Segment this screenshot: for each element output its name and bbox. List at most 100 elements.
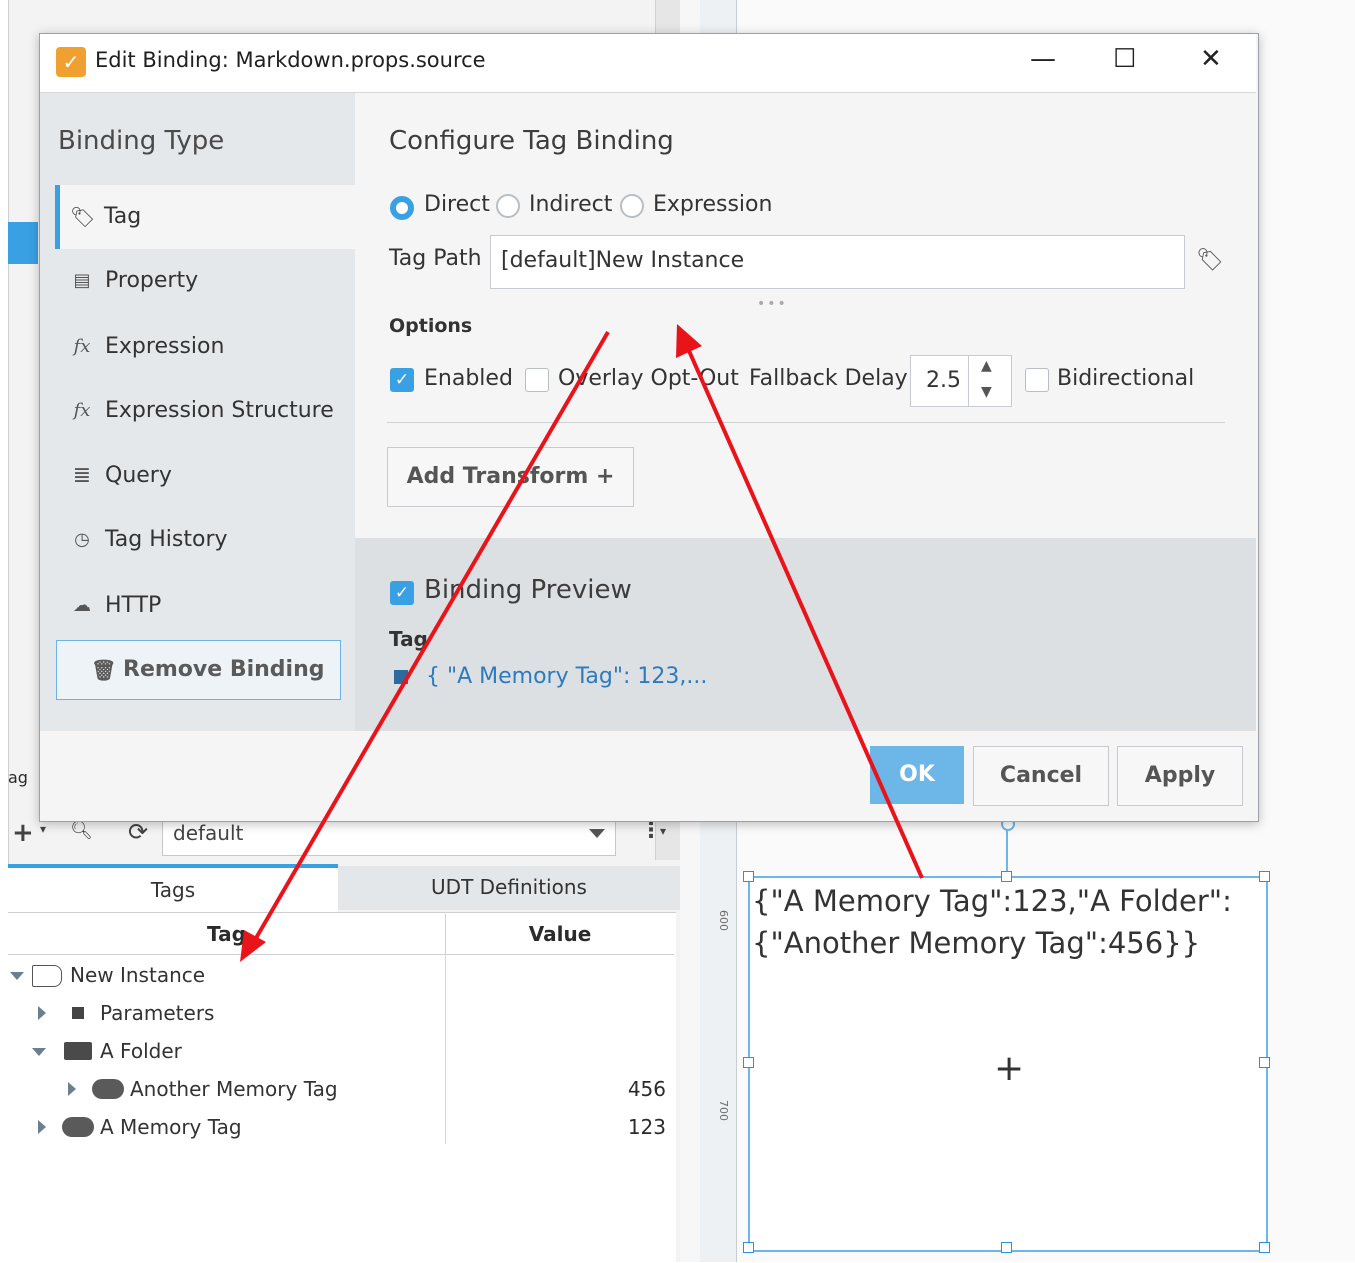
sidebar-item-http[interactable]: ☁ HTTP <box>55 575 355 637</box>
ruler-label-600: 600 <box>717 910 730 931</box>
sidebar-item-property[interactable]: ▤ Property <box>55 250 355 312</box>
enabled-checkbox[interactable]: ✓ <box>390 368 414 392</box>
sidebar-title: Binding Type <box>58 126 225 156</box>
resize-handle[interactable] <box>1259 871 1270 882</box>
table-row[interactable]: A Folder <box>8 1032 445 1070</box>
database-icon: ≣ <box>72 463 92 488</box>
column-header-tag[interactable]: Tag <box>8 914 446 955</box>
tag-browser-tab-label: ag <box>8 768 28 787</box>
column-divider <box>445 954 446 1144</box>
close-button[interactable]: ✕ <box>1200 44 1222 74</box>
bidirectional-checkbox[interactable] <box>1025 368 1049 392</box>
enabled-label: Enabled <box>424 366 513 391</box>
spinner-up-icon[interactable]: ▲ <box>981 358 992 374</box>
radio-direct[interactable] <box>390 196 414 220</box>
tag-name: Another Memory Tag <box>130 1077 338 1101</box>
fx-icon: fx <box>73 400 91 421</box>
tag-browse-icon[interactable]: 🏷︎ <box>1196 248 1224 273</box>
resize-handle[interactable] <box>743 871 754 882</box>
resize-grip-icon[interactable]: ••• <box>757 296 788 312</box>
expand-icon[interactable] <box>10 972 24 980</box>
sidebar-item-expression-structure[interactable]: fx Expression Structure <box>55 380 355 442</box>
tag-icon: 🏷︎ <box>70 205 96 229</box>
spinner-down-icon[interactable]: ▼ <box>981 384 992 400</box>
preview-value[interactable]: { "A Memory Tag": 123,... <box>426 664 707 689</box>
tag-name: New Instance <box>70 963 206 987</box>
tag-provider-value: default <box>173 821 244 845</box>
apply-button[interactable]: Apply <box>1117 746 1243 806</box>
radio-indirect[interactable] <box>496 194 520 218</box>
markdown-component-text: {"A Memory Tag":123,"A Folder": {"Anothe… <box>752 880 1252 964</box>
options-divider <box>387 422 1225 423</box>
table-row[interactable]: New Instance <box>8 956 445 994</box>
project-tree-selection[interactable] <box>8 222 38 264</box>
bidirectional-label: Bidirectional <box>1057 366 1195 391</box>
resize-handle[interactable] <box>1259 1057 1270 1068</box>
radio-expression[interactable] <box>620 194 644 218</box>
sidebar-item-label: Tag <box>104 204 142 229</box>
ok-button[interactable]: OK <box>870 746 964 804</box>
tag-path-field[interactable] <box>490 235 1185 289</box>
project-tree-fragment <box>10 0 40 20</box>
sidebar-item-tag[interactable]: 🏷︎ Tag <box>55 185 360 249</box>
add-dropdown-icon[interactable]: ▾ <box>40 822 46 836</box>
sidebar-item-label: Expression Structure <box>105 398 334 423</box>
minimize-button[interactable]: — <box>1030 44 1056 74</box>
udt-instance-icon <box>32 965 62 987</box>
expand-icon[interactable] <box>68 1082 76 1096</box>
more-dropdown-icon[interactable]: ▾ <box>660 824 666 838</box>
preview-tag-label: Tag <box>389 627 428 651</box>
overlay-opt-out-label: Overlay Opt-Out <box>558 366 739 391</box>
table-row[interactable]: Parameters <box>8 994 445 1032</box>
property-icon: ▤ <box>73 270 91 291</box>
sidebar-item-tag-history[interactable]: ◷ Tag History <box>55 509 355 571</box>
spinner-buttons: ▲ ▼ <box>968 356 1011 406</box>
table-row[interactable]: Another Memory Tag <box>8 1070 445 1108</box>
add-icon[interactable]: + <box>12 818 34 848</box>
fallback-delay-value: 2.5 <box>926 368 961 393</box>
cloud-icon: ☁ <box>73 595 91 616</box>
remove-binding-button[interactable]: 🗑︎ Remove Binding <box>56 640 341 700</box>
radio-indirect-label: Indirect <box>529 192 613 217</box>
tag-name: A Memory Tag <box>100 1115 242 1139</box>
tag-value: 456 <box>627 1077 666 1101</box>
expand-icon[interactable] <box>38 1006 46 1020</box>
radio-direct-label: Direct <box>424 192 490 217</box>
resize-handle[interactable] <box>1001 1242 1012 1253</box>
tag-path-input[interactable] <box>491 236 1181 284</box>
add-transform-button[interactable]: Add Transform + <box>387 447 634 507</box>
tab-tags[interactable]: Tags <box>8 864 338 914</box>
expand-icon[interactable] <box>38 1120 46 1134</box>
binding-preview-checkbox[interactable]: ✓ <box>390 581 414 605</box>
fx-icon: fx <box>73 336 91 357</box>
fallback-delay-spinner[interactable]: 2.5 ▲ ▼ <box>910 355 1012 407</box>
sidebar-item-label: Property <box>105 268 199 293</box>
resize-handle[interactable] <box>743 1057 754 1068</box>
memory-tag-icon <box>62 1117 94 1137</box>
tag-path-label: Tag Path <box>389 246 482 271</box>
refresh-icon[interactable]: ⟳ <box>128 818 148 846</box>
resize-handle[interactable] <box>743 1242 754 1253</box>
tag-name: A Folder <box>100 1039 182 1063</box>
maximize-button[interactable]: ☐ <box>1113 44 1136 74</box>
resize-handle[interactable] <box>1259 1242 1270 1253</box>
center-crosshair-icon: + <box>994 1048 1025 1089</box>
tag-value: 123 <box>627 1115 666 1139</box>
sidebar-item-label: Tag History <box>105 527 228 552</box>
remove-binding-label: Remove Binding <box>123 657 325 682</box>
cancel-button[interactable]: Cancel <box>973 746 1109 806</box>
options-label: Options <box>389 315 473 337</box>
markdown-line-2: {"Another Memory Tag":456}} <box>752 926 1201 960</box>
overlay-opt-out-checkbox[interactable] <box>525 368 549 392</box>
tab-udt-definitions[interactable]: UDT Definitions <box>338 866 680 910</box>
sidebar-item-expression[interactable]: fx Expression <box>55 316 355 378</box>
app-icon: ✓ <box>56 47 86 77</box>
sidebar-item-label: Expression <box>105 334 225 359</box>
search-icon[interactable]: 🔍︎ <box>70 820 93 841</box>
collapse-icon[interactable] <box>32 1048 46 1056</box>
sidebar-item-query[interactable]: ≣ Query <box>55 445 355 507</box>
column-header-value[interactable]: Value <box>446 914 674 955</box>
resize-handle[interactable] <box>1001 871 1012 882</box>
clock-icon: ◷ <box>74 529 90 550</box>
table-row[interactable]: A Memory Tag <box>8 1108 445 1146</box>
